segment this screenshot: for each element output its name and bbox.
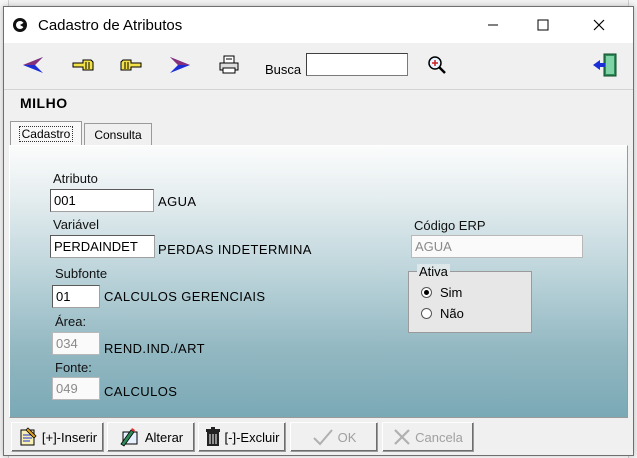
print-button[interactable] xyxy=(214,51,244,79)
record-title: MILHO xyxy=(20,95,68,111)
fonte-code-field xyxy=(52,377,100,400)
excluir-label: [-]-Excluir xyxy=(224,429,280,445)
search-label: Busca xyxy=(265,62,302,77)
ativa-option-nao-label: Não xyxy=(440,306,464,321)
hand-pointing-left-icon xyxy=(72,59,94,71)
ok-button[interactable]: OK xyxy=(290,422,378,452)
ativa-option-nao[interactable]: Não xyxy=(421,306,464,321)
maximize-icon xyxy=(537,19,549,31)
tab-consulta[interactable]: Consulta xyxy=(84,123,152,145)
alterar-label: Alterar xyxy=(145,430,183,445)
inserir-button[interactable]: [+]-Inserir xyxy=(11,422,104,452)
fonte-label: Fonte: xyxy=(55,360,92,375)
first-record-button[interactable] xyxy=(18,51,48,79)
exit-button[interactable] xyxy=(590,51,620,79)
cancel-x-icon xyxy=(394,429,410,445)
area-code-field xyxy=(52,332,100,355)
tab-cadastro-label: Cadastro xyxy=(18,126,74,142)
title-bar[interactable]: Cadastro de Atributos xyxy=(4,7,633,43)
variavel-code-field[interactable] xyxy=(50,235,155,258)
cadastro-panel: Atributo AGUA Variável PERDAS INDETERMIN… xyxy=(9,145,628,418)
double-arrow-right-icon xyxy=(170,57,190,73)
atributo-label: Atributo xyxy=(53,171,98,186)
exit-door-icon xyxy=(593,53,617,77)
minimize-button[interactable] xyxy=(470,7,516,43)
area-description: REND.IND./ART xyxy=(104,341,206,356)
tab-consulta-label: Consulta xyxy=(94,127,142,142)
search-button[interactable] xyxy=(422,51,452,79)
printer-icon xyxy=(219,55,239,74)
subfonte-code-field[interactable] xyxy=(52,285,100,308)
last-record-button[interactable] xyxy=(165,51,195,79)
fonte-description: CALCULOS xyxy=(104,384,178,399)
cadastro-atributos-window: Cadastro de Atributos Busca MILHO Cadast… xyxy=(3,6,634,456)
inserir-label: [+]-Inserir xyxy=(41,429,98,445)
codigo-erp-field xyxy=(411,235,583,258)
area-label: Área: xyxy=(55,314,87,329)
ok-label: OK xyxy=(337,429,357,445)
notepad-add-icon xyxy=(20,427,37,446)
subfonte-label: Subfonte xyxy=(55,266,108,281)
toolbar: Busca xyxy=(4,43,633,90)
edit-pencil-icon xyxy=(120,428,138,447)
subfonte-description: CALCULOS GERENCIAIS xyxy=(104,289,266,304)
magnifier-icon xyxy=(428,56,446,74)
radio-unselected-icon[interactable] xyxy=(421,308,432,319)
cancela-button[interactable]: Cancela xyxy=(382,422,474,452)
cancela-label: Cancela xyxy=(415,429,463,445)
app-logo-icon[interactable] xyxy=(12,17,28,33)
codigo-erp-label: Código ERP xyxy=(414,218,486,233)
action-bar: [+]-Inserir Alterar [-]-Excluir OK Cance… xyxy=(4,419,633,455)
double-arrow-left-icon xyxy=(23,57,43,73)
ativa-option-sim-label: Sim xyxy=(440,285,463,300)
window-title: Cadastro de Atributos xyxy=(38,17,183,34)
ativa-group-title: Ativa xyxy=(417,264,450,279)
minimize-icon xyxy=(488,24,498,26)
checkmark-icon xyxy=(312,429,333,446)
alterar-button[interactable]: Alterar xyxy=(107,422,195,452)
previous-record-button[interactable] xyxy=(68,51,98,79)
hand-pointing-right-icon xyxy=(120,59,142,71)
maximize-button[interactable] xyxy=(520,7,566,43)
ativa-option-sim[interactable]: Sim xyxy=(421,285,462,300)
alterar-label-text: Alterar xyxy=(144,429,184,445)
variavel-label: Variável xyxy=(53,217,100,232)
radio-selected-icon[interactable] xyxy=(421,287,432,298)
ativa-group: Ativa Sim Não xyxy=(408,264,532,333)
excluir-button[interactable]: [-]-Excluir xyxy=(198,422,286,452)
close-button[interactable] xyxy=(576,7,622,43)
trash-icon xyxy=(205,427,220,446)
variavel-description: PERDAS INDETERMINA xyxy=(158,242,312,257)
next-record-button[interactable] xyxy=(116,51,146,79)
tab-cadastro[interactable]: Cadastro xyxy=(10,121,82,146)
atributo-description: AGUA xyxy=(158,194,197,209)
atributo-code-field[interactable] xyxy=(50,189,154,212)
search-input[interactable] xyxy=(306,53,408,76)
close-icon xyxy=(593,19,605,31)
